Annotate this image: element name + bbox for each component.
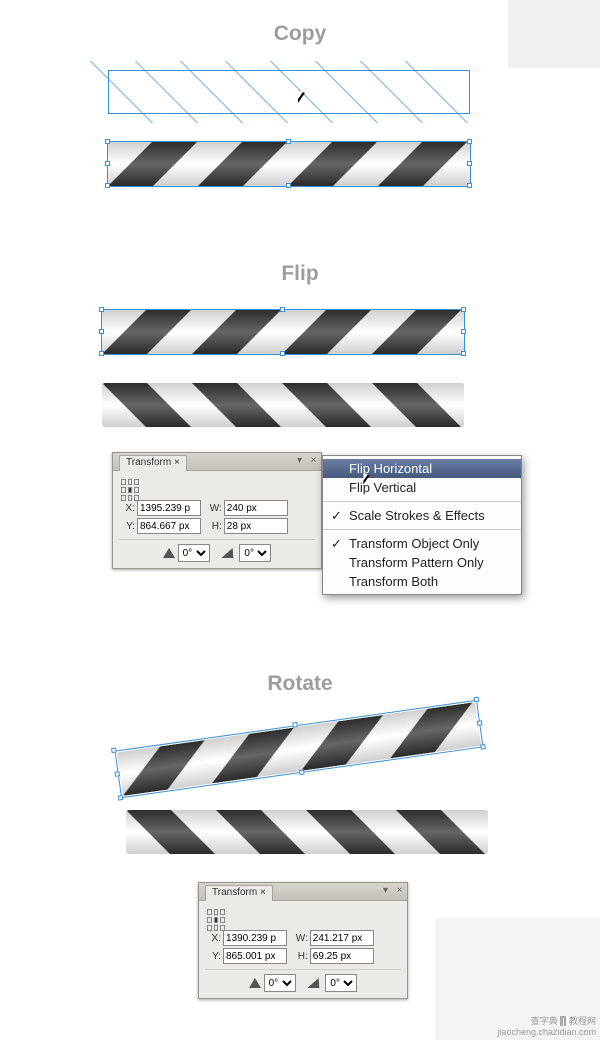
panel-menu-icon[interactable]: ▾: [380, 886, 391, 897]
copy-outline-bar[interactable]: [108, 70, 470, 114]
y-input[interactable]: [223, 948, 287, 964]
section-title-copy: Copy: [0, 22, 600, 46]
panel-close-icon[interactable]: ×: [394, 886, 405, 897]
section-title-flip: Flip: [0, 262, 600, 286]
panel-tab[interactable]: Transform ×: [205, 885, 273, 901]
menu-transform-pattern[interactable]: Transform Pattern Only: [323, 553, 521, 572]
transform-panel[interactable]: Transform × ▾ × X: W: Y: H: 0° 0°: [112, 452, 322, 569]
angle-icon: [249, 978, 261, 988]
shear-select[interactable]: 0°: [239, 544, 271, 562]
h-input[interactable]: [310, 948, 374, 964]
x-input[interactable]: [137, 500, 201, 516]
rotate-select[interactable]: 0°: [264, 974, 296, 992]
rotated-group[interactable]: [118, 706, 480, 792]
angle-icon: [163, 548, 175, 558]
panel-menu-icon[interactable]: ▾: [294, 456, 305, 467]
section-title-rotate: Rotate: [0, 672, 600, 696]
cursor-icon: [363, 473, 369, 485]
h-input[interactable]: [224, 518, 288, 534]
menu-transform-both[interactable]: Transform Both: [323, 572, 521, 591]
panel-close-icon[interactable]: ×: [308, 456, 319, 467]
reference-point-grid[interactable]: [119, 477, 141, 499]
panel-tab-label: Transform: [126, 457, 171, 468]
striped-bar: [126, 810, 488, 854]
cursor-icon: [298, 90, 305, 103]
selection-box[interactable]: [114, 700, 483, 798]
menu-scale-strokes[interactable]: Scale Strokes & Effects: [323, 506, 521, 525]
selection-box[interactable]: [107, 141, 471, 187]
menu-flip-horizontal[interactable]: Flip Horizontal: [323, 459, 521, 478]
transform-panel[interactable]: Transform × ▾ × X: W: Y: H: 0° 0°: [198, 882, 408, 999]
watermark: 查字典 | 教程网 jiaocheng.chazidian.com: [497, 1016, 596, 1038]
shear-icon: [308, 978, 325, 988]
panel-tab-label: Transform: [212, 887, 257, 898]
y-input[interactable]: [137, 518, 201, 534]
rotate-select[interactable]: 0°: [178, 544, 210, 562]
w-input[interactable]: [224, 500, 288, 516]
menu-separator: [323, 501, 521, 502]
transform-panel-menu[interactable]: Flip Horizontal Flip Vertical Scale Stro…: [322, 455, 522, 595]
x-input[interactable]: [223, 930, 287, 946]
menu-transform-object[interactable]: Transform Object Only: [323, 534, 521, 553]
menu-flip-vertical[interactable]: Flip Vertical: [323, 478, 521, 497]
shear-select[interactable]: 0°: [325, 974, 357, 992]
striped-bar-flipped: [102, 383, 464, 427]
menu-separator: [323, 529, 521, 530]
panel-tab[interactable]: Transform ×: [119, 455, 187, 471]
shear-icon: [222, 548, 239, 558]
reference-point-grid[interactable]: [205, 907, 227, 929]
w-input[interactable]: [310, 930, 374, 946]
selection-box[interactable]: [101, 309, 465, 355]
